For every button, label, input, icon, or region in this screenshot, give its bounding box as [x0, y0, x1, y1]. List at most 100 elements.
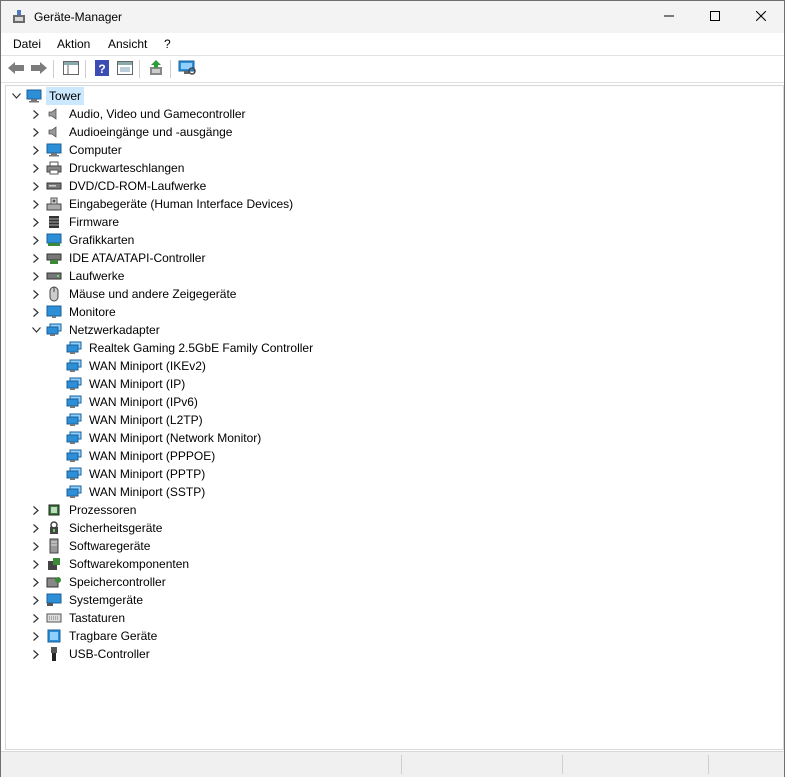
chevron-right-icon[interactable]	[30, 501, 42, 519]
tree-category[interactable]: Eingabegeräte (Human Interface Devices)	[30, 195, 296, 213]
chevron-right-icon[interactable]	[30, 537, 42, 555]
chevron-right-icon[interactable]	[30, 123, 42, 141]
maximize-button[interactable]	[692, 1, 738, 33]
chevron-right-icon[interactable]	[30, 573, 42, 591]
chevron-right-icon[interactable]	[30, 645, 42, 663]
chevron-right-icon[interactable]	[30, 285, 42, 303]
tree-device[interactable]: WAN Miniport (IPv6)	[62, 393, 201, 411]
tree-category[interactable]: DVD/CD-ROM-Laufwerke	[30, 177, 209, 195]
tree-category[interactable]: Druckwarteschlangen	[30, 159, 187, 177]
tree-device[interactable]: WAN Miniport (PPTP)	[62, 465, 208, 483]
chevron-down-icon[interactable]	[10, 87, 22, 105]
minimize-button[interactable]	[646, 1, 692, 33]
tree-category[interactable]: Netzwerkadapter	[30, 321, 163, 339]
tree-category-label: Grafikkarten	[69, 233, 135, 247]
chevron-right-icon[interactable]	[30, 213, 42, 231]
update-driver-icon	[148, 59, 164, 79]
tree-device[interactable]: WAN Miniport (SSTP)	[62, 483, 208, 501]
chevron-right-icon[interactable]	[30, 627, 42, 645]
network-adapter-icon	[46, 322, 62, 338]
tree-category[interactable]: Laufwerke	[30, 267, 127, 285]
chevron-right-icon[interactable]	[30, 195, 42, 213]
tree-device[interactable]: Realtek Gaming 2.5GbE Family Controller	[62, 339, 316, 357]
tree-root[interactable]: Tower	[10, 87, 85, 105]
chevron-right-icon[interactable]	[30, 303, 42, 321]
menu-aktion[interactable]: Aktion	[57, 37, 90, 51]
tree-category[interactable]: Monitore	[30, 303, 119, 321]
chevron-right-icon[interactable]	[30, 177, 42, 195]
tree-category[interactable]: Firmware	[30, 213, 122, 231]
back-icon	[7, 61, 25, 78]
back-button[interactable]	[6, 59, 26, 79]
device-manager-window: Geräte-Manager Datei Aktion Ansicht ? ?	[0, 0, 785, 777]
tree-device[interactable]: WAN Miniport (PPPOE)	[62, 447, 218, 465]
processor-icon	[46, 502, 62, 518]
chevron-right-icon[interactable]	[30, 519, 42, 537]
keyboard-icon	[46, 610, 62, 626]
chevron-right-icon[interactable]	[30, 591, 42, 609]
properties-panel-button[interactable]	[61, 59, 81, 79]
update-driver-button[interactable]	[146, 59, 166, 79]
tree-device[interactable]: WAN Miniport (IP)	[62, 375, 188, 393]
menu-datei[interactable]: Datei	[13, 37, 41, 51]
tree-category[interactable]: Softwaregeräte	[30, 537, 153, 555]
tree-category-label: Sicherheitsgeräte	[69, 521, 163, 535]
help-button[interactable]: ?	[92, 59, 112, 79]
close-button[interactable]	[738, 1, 784, 33]
chevron-right-icon[interactable]	[30, 609, 42, 627]
tree-device-label: WAN Miniport (IP)	[89, 377, 186, 391]
tree-category[interactable]: Audio, Video und Gamecontroller	[30, 105, 249, 123]
tree-device-label: WAN Miniport (SSTP)	[89, 485, 206, 499]
chevron-right-icon[interactable]	[30, 231, 42, 249]
monitor-icon	[46, 304, 62, 320]
network-adapter-icon	[66, 394, 82, 410]
tree-category[interactable]: IDE ATA/ATAPI-Controller	[30, 249, 208, 267]
tree-category[interactable]: Speichercontroller	[30, 573, 169, 591]
tree-category-label: Laufwerke	[69, 269, 125, 283]
menu-bar: Datei Aktion Ansicht ?	[1, 33, 784, 55]
help-icon: ?	[94, 59, 110, 79]
tree-device[interactable]: WAN Miniport (Network Monitor)	[62, 429, 264, 447]
menu-ansicht[interactable]: Ansicht	[108, 37, 147, 51]
tree-category[interactable]: Audioeingänge und -ausgänge	[30, 123, 235, 141]
forward-button[interactable]	[29, 59, 49, 79]
ide-controller-icon	[46, 250, 62, 266]
title-bar[interactable]: Geräte-Manager	[1, 1, 784, 33]
computer-icon	[26, 88, 42, 104]
scan-hardware-button[interactable]	[177, 59, 197, 79]
chevron-down-icon[interactable]	[30, 321, 42, 339]
chevron-right-icon[interactable]	[30, 141, 42, 159]
tree-category[interactable]: Softwarekomponenten	[30, 555, 192, 573]
tree-device-label: WAN Miniport (PPTP)	[89, 467, 206, 481]
network-adapter-icon	[66, 340, 82, 356]
tree-device-label: WAN Miniport (Network Monitor)	[89, 431, 262, 445]
software-component-icon	[46, 556, 62, 572]
tree-category[interactable]: Computer	[30, 141, 125, 159]
network-adapter-icon	[66, 430, 82, 446]
tree-category[interactable]: USB-Controller	[30, 645, 153, 663]
view-button[interactable]	[115, 59, 135, 79]
tree-category[interactable]: Tragbare Geräte	[30, 627, 160, 645]
menu-help[interactable]: ?	[164, 37, 171, 51]
tree-device[interactable]: WAN Miniport (IKEv2)	[62, 357, 209, 375]
status-pane-2	[562, 755, 708, 774]
chevron-right-icon[interactable]	[30, 159, 42, 177]
minimize-icon	[664, 10, 674, 24]
tree-category[interactable]: Prozessoren	[30, 501, 139, 519]
tree-category[interactable]: Mäuse und andere Zeigegeräte	[30, 285, 239, 303]
device-tree[interactable]: Tower Audio, Video und Gamecontroller Aud…	[5, 85, 784, 750]
tree-category[interactable]: Grafikkarten	[30, 231, 137, 249]
chevron-right-icon[interactable]	[30, 555, 42, 573]
chevron-right-icon[interactable]	[30, 267, 42, 285]
tree-category-label: Audioeingänge und -ausgänge	[69, 125, 233, 139]
forward-icon	[30, 61, 48, 78]
chevron-right-icon[interactable]	[30, 105, 42, 123]
tree-category-label: Eingabegeräte (Human Interface Devices)	[69, 197, 294, 211]
tree-category[interactable]: Sicherheitsgeräte	[30, 519, 165, 537]
chevron-right-icon[interactable]	[30, 249, 42, 267]
firmware-icon	[46, 214, 62, 230]
storage-controller-icon	[46, 574, 62, 590]
tree-category[interactable]: Tastaturen	[30, 609, 128, 627]
tree-device[interactable]: WAN Miniport (L2TP)	[62, 411, 206, 429]
tree-category[interactable]: Systemgeräte	[30, 591, 146, 609]
